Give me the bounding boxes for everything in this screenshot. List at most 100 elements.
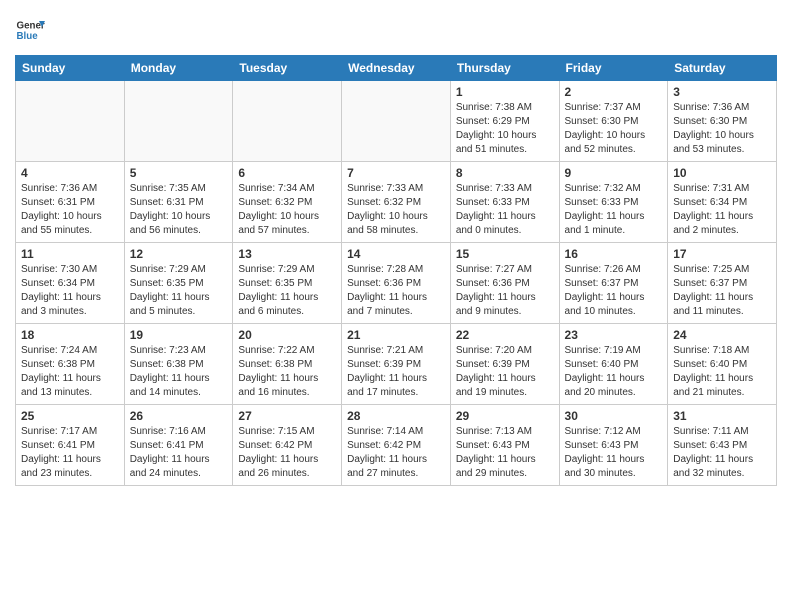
day-number: 16 [565,247,663,261]
day-number: 7 [347,166,445,180]
day-number: 31 [673,409,771,423]
day-number: 26 [130,409,228,423]
calendar-cell: 26 Sunrise: 7:16 AM Sunset: 6:41 PM Dayli… [124,405,233,486]
calendar-cell: 28 Sunrise: 7:14 AM Sunset: 6:42 PM Dayli… [342,405,451,486]
day-info: Sunrise: 7:33 AM Sunset: 6:33 PM Dayligh… [456,182,554,238]
day-number: 22 [456,328,554,342]
calendar-cell [233,81,342,162]
calendar-cell: 1Sunrise: 7:38 AM Sunset: 6:29 PM Daylig… [450,81,559,162]
calendar-cell: 22 Sunrise: 7:20 AM Sunset: 6:39 PM Dayli… [450,324,559,405]
day-number: 8 [456,166,554,180]
day-number: 28 [347,409,445,423]
day-number: 4 [21,166,119,180]
day-number: 13 [238,247,336,261]
day-number: 9 [565,166,663,180]
day-number: 15 [456,247,554,261]
day-number: 10 [673,166,771,180]
calendar-week-4: 18Sunrise: 7:24 AM Sunset: 6:38 PM Dayli… [16,324,777,405]
calendar-cell: 19 Sunrise: 7:23 AM Sunset: 6:38 PM Dayli… [124,324,233,405]
calendar-cell: 17Sunrise: 7:25 AM Sunset: 6:37 PM Dayli… [668,243,777,324]
svg-text:Blue: Blue [17,31,39,42]
weekday-header-tuesday: Tuesday [233,56,342,81]
day-info: Sunrise: 7:36 AM Sunset: 6:30 PM Dayligh… [673,101,771,157]
weekday-header-friday: Friday [559,56,668,81]
weekday-header-thursday: Thursday [450,56,559,81]
day-info: Sunrise: 7:12 AM Sunset: 6:43 PM Dayligh… [565,425,663,481]
calendar-cell: 4 Sunrise: 7:36 AM Sunset: 6:31 PM Daylig… [16,162,125,243]
logo-icon: General Blue [15,15,45,45]
day-number: 11 [21,247,119,261]
day-number: 5 [130,166,228,180]
calendar-cell: 24Sunrise: 7:18 AM Sunset: 6:40 PM Dayli… [668,324,777,405]
day-info: Sunrise: 7:35 AM Sunset: 6:31 PM Dayligh… [130,182,228,238]
calendar-cell [16,81,125,162]
calendar-table: SundayMondayTuesdayWednesdayThursdayFrid… [15,55,777,486]
calendar-week-5: 25 Sunrise: 7:17 AM Sunset: 6:41 PM Dayli… [16,405,777,486]
calendar-cell: 27Sunrise: 7:15 AM Sunset: 6:42 PM Dayli… [233,405,342,486]
calendar-cell: 6 Sunrise: 7:34 AM Sunset: 6:32 PM Daylig… [233,162,342,243]
calendar-cell [124,81,233,162]
day-number: 20 [238,328,336,342]
calendar-cell: 18Sunrise: 7:24 AM Sunset: 6:38 PM Dayli… [16,324,125,405]
calendar-cell: 20 Sunrise: 7:22 AM Sunset: 6:38 PM Dayli… [233,324,342,405]
day-info: Sunrise: 7:19 AM Sunset: 6:40 PM Dayligh… [565,344,663,400]
day-info: Sunrise: 7:29 AM Sunset: 6:35 PM Dayligh… [130,263,228,319]
day-info: Sunrise: 7:38 AM Sunset: 6:29 PM Dayligh… [456,101,554,157]
calendar-cell: 23 Sunrise: 7:19 AM Sunset: 6:40 PM Dayli… [559,324,668,405]
day-info: Sunrise: 7:14 AM Sunset: 6:42 PM Dayligh… [347,425,445,481]
day-number: 23 [565,328,663,342]
weekday-header-wednesday: Wednesday [342,56,451,81]
day-info: Sunrise: 7:30 AM Sunset: 6:34 PM Dayligh… [21,263,119,319]
day-info: Sunrise: 7:13 AM Sunset: 6:43 PM Dayligh… [456,425,554,481]
day-info: Sunrise: 7:21 AM Sunset: 6:39 PM Dayligh… [347,344,445,400]
calendar-cell: 7 Sunrise: 7:33 AM Sunset: 6:32 PM Daylig… [342,162,451,243]
day-info: Sunrise: 7:34 AM Sunset: 6:32 PM Dayligh… [238,182,336,238]
weekday-header-saturday: Saturday [668,56,777,81]
day-info: Sunrise: 7:20 AM Sunset: 6:39 PM Dayligh… [456,344,554,400]
calendar-cell: 10Sunrise: 7:31 AM Sunset: 6:34 PM Dayli… [668,162,777,243]
calendar-cell [342,81,451,162]
day-info: Sunrise: 7:25 AM Sunset: 6:37 PM Dayligh… [673,263,771,319]
calendar-cell: 25 Sunrise: 7:17 AM Sunset: 6:41 PM Dayli… [16,405,125,486]
day-info: Sunrise: 7:23 AM Sunset: 6:38 PM Dayligh… [130,344,228,400]
day-info: Sunrise: 7:15 AM Sunset: 6:42 PM Dayligh… [238,425,336,481]
calendar-cell: 31 Sunrise: 7:11 AM Sunset: 6:43 PM Dayli… [668,405,777,486]
day-info: Sunrise: 7:33 AM Sunset: 6:32 PM Dayligh… [347,182,445,238]
calendar-week-1: 1Sunrise: 7:38 AM Sunset: 6:29 PM Daylig… [16,81,777,162]
calendar-cell: 2Sunrise: 7:37 AM Sunset: 6:30 PM Daylig… [559,81,668,162]
calendar-week-3: 11 Sunrise: 7:30 AM Sunset: 6:34 PM Dayli… [16,243,777,324]
day-info: Sunrise: 7:17 AM Sunset: 6:41 PM Dayligh… [21,425,119,481]
day-info: Sunrise: 7:16 AM Sunset: 6:41 PM Dayligh… [130,425,228,481]
day-info: Sunrise: 7:11 AM Sunset: 6:43 PM Dayligh… [673,425,771,481]
day-number: 3 [673,85,771,99]
day-info: Sunrise: 7:26 AM Sunset: 6:37 PM Dayligh… [565,263,663,319]
day-number: 6 [238,166,336,180]
calendar-cell: 12 Sunrise: 7:29 AM Sunset: 6:35 PM Dayli… [124,243,233,324]
day-info: Sunrise: 7:32 AM Sunset: 6:33 PM Dayligh… [565,182,663,238]
day-number: 25 [21,409,119,423]
weekday-header-monday: Monday [124,56,233,81]
calendar-cell: 8 Sunrise: 7:33 AM Sunset: 6:33 PM Daylig… [450,162,559,243]
day-info: Sunrise: 7:36 AM Sunset: 6:31 PM Dayligh… [21,182,119,238]
calendar-cell: 29 Sunrise: 7:13 AM Sunset: 6:43 PM Dayli… [450,405,559,486]
day-info: Sunrise: 7:27 AM Sunset: 6:36 PM Dayligh… [456,263,554,319]
day-number: 2 [565,85,663,99]
calendar-cell: 16 Sunrise: 7:26 AM Sunset: 6:37 PM Dayli… [559,243,668,324]
day-number: 19 [130,328,228,342]
day-number: 29 [456,409,554,423]
day-number: 12 [130,247,228,261]
logo: General Blue [15,15,49,45]
header: General Blue [15,15,777,45]
calendar-header-row: SundayMondayTuesdayWednesdayThursdayFrid… [16,56,777,81]
calendar-cell: 15 Sunrise: 7:27 AM Sunset: 6:36 PM Dayli… [450,243,559,324]
day-number: 21 [347,328,445,342]
calendar-cell: 11 Sunrise: 7:30 AM Sunset: 6:34 PM Dayli… [16,243,125,324]
calendar-cell: 30 Sunrise: 7:12 AM Sunset: 6:43 PM Dayli… [559,405,668,486]
day-number: 30 [565,409,663,423]
day-info: Sunrise: 7:22 AM Sunset: 6:38 PM Dayligh… [238,344,336,400]
day-number: 14 [347,247,445,261]
calendar-cell: 3 Sunrise: 7:36 AM Sunset: 6:30 PM Daylig… [668,81,777,162]
calendar-cell: 21 Sunrise: 7:21 AM Sunset: 6:39 PM Dayli… [342,324,451,405]
calendar-cell: 14Sunrise: 7:28 AM Sunset: 6:36 PM Dayli… [342,243,451,324]
day-info: Sunrise: 7:18 AM Sunset: 6:40 PM Dayligh… [673,344,771,400]
